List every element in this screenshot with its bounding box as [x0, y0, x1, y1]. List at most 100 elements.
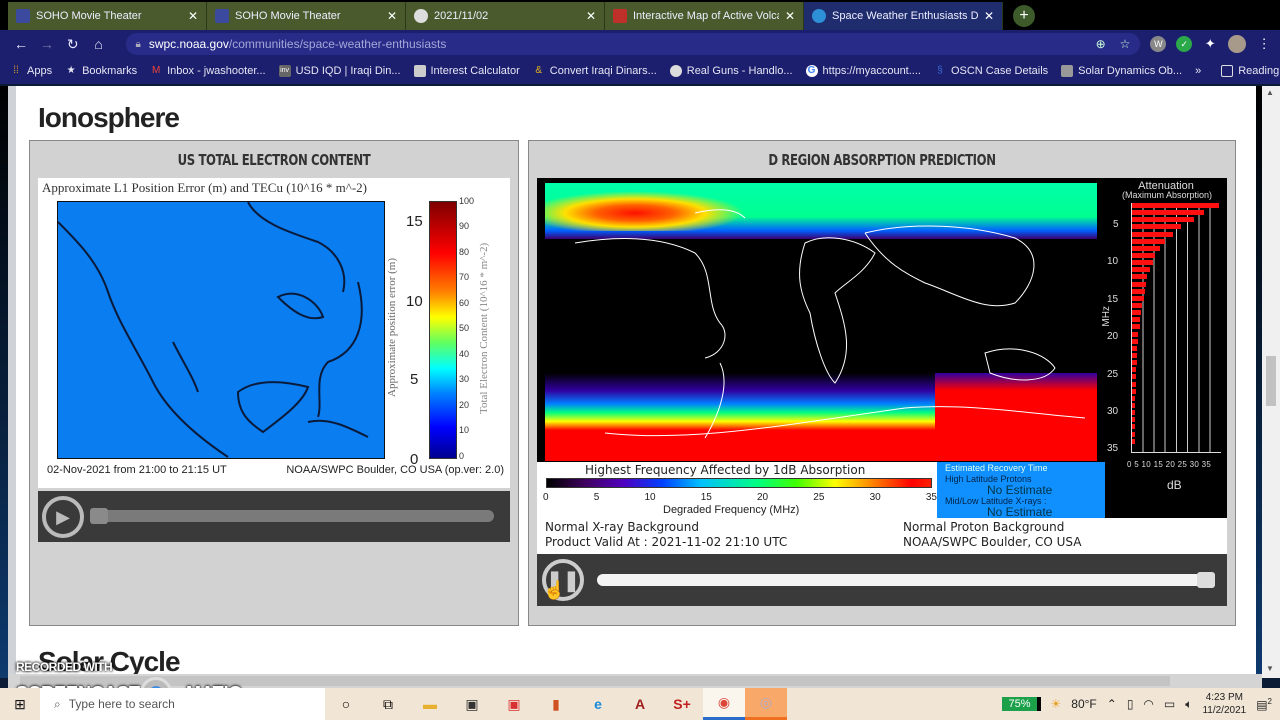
- office-icon[interactable]: ▮: [535, 688, 577, 720]
- browser-tab[interactable]: SOHO Movie Theater ✕: [207, 2, 406, 30]
- attenuation-bar: [1132, 281, 1147, 287]
- tray-chevron-icon[interactable]: ⌃: [1107, 697, 1117, 711]
- scroll-up-icon[interactable]: ▲: [1266, 88, 1274, 97]
- scrollbar-thumb[interactable]: [1266, 356, 1276, 406]
- attenuation-y-tick: 20: [1107, 331, 1119, 342]
- back-icon[interactable]: ←: [8, 36, 34, 52]
- close-tab-icon[interactable]: ✕: [586, 9, 596, 23]
- product-valid-at: Product Valid At : 2021-11-02 21:10 UTC: [545, 535, 788, 549]
- meet-now-icon[interactable]: ▯: [1127, 697, 1134, 711]
- profile-avatar[interactable]: [1228, 35, 1247, 53]
- task-view-icon[interactable]: ⧉: [367, 688, 409, 720]
- forward-icon[interactable]: →: [34, 36, 60, 52]
- bookmark-interest-calculator[interactable]: Interest Calculator: [413, 65, 520, 77]
- recovery-high-lat-value: No Estimate: [987, 483, 1053, 497]
- tec-figure: Approximate L1 Position Error (m) and TE…: [38, 178, 510, 488]
- bookmarks-bar: ⁞⁞ Apps ★ Bookmarks M Inbox - jwashooter...…: [0, 58, 1280, 84]
- bookmark-real-guns[interactable]: Real Guns - Handlo...: [669, 65, 793, 77]
- star-icon[interactable]: ☆: [1120, 37, 1131, 51]
- reader-icon[interactable]: ▣: [493, 688, 535, 720]
- close-tab-icon[interactable]: ✕: [984, 9, 994, 23]
- weather-icon: ☀: [1050, 697, 1062, 711]
- cortana-icon[interactable]: ○: [325, 688, 367, 720]
- new-tab-button[interactable]: +: [1013, 5, 1035, 27]
- extensions-puzzle-icon[interactable]: ✦: [1202, 36, 1218, 52]
- reload-icon[interactable]: ↻: [60, 36, 86, 53]
- tec-card: US TOTAL ELECTRON CONTENT Approximate L1…: [29, 140, 519, 626]
- bookmark-sdo[interactable]: Solar Dynamics Ob...: [1061, 65, 1182, 77]
- legend-tick: 25: [813, 492, 825, 503]
- bookmarks-overflow-icon[interactable]: »: [1195, 65, 1201, 77]
- close-tab-icon[interactable]: ✕: [785, 9, 795, 23]
- attenuation-bar: [1132, 431, 1135, 437]
- clock[interactable]: 4:23 PM 11/2/2021: [1202, 691, 1246, 717]
- drap-player: ❚❚ ☝: [537, 554, 1227, 606]
- attenuation-y-tick: 5: [1113, 219, 1119, 230]
- attenuation-bar: [1132, 345, 1138, 351]
- attenuation-bar: [1132, 424, 1135, 430]
- store-icon[interactable]: ▣: [451, 688, 493, 720]
- attenuation-bar: [1132, 260, 1153, 266]
- browser-tab[interactable]: Interactive Map of Active Volcan ✕: [605, 2, 804, 30]
- drap-slider-handle[interactable]: [1197, 572, 1215, 588]
- tec-slider-handle[interactable]: [90, 508, 108, 524]
- battery-icon[interactable]: ▭: [1164, 697, 1175, 711]
- sdo-icon: [1061, 65, 1074, 77]
- volume-icon[interactable]: 🔈︎: [1185, 697, 1192, 712]
- battery-indicator[interactable]: 75%: [1002, 697, 1041, 711]
- tab-strip: SOHO Movie Theater ✕ SOHO Movie Theater ✕ …: [0, 0, 1280, 30]
- bookmark-convert-dinars[interactable]: & Convert Iraqi Dinars...: [533, 65, 656, 77]
- access-icon[interactable]: A: [619, 688, 661, 720]
- windows-start-icon[interactable]: ⊞: [0, 696, 40, 713]
- scroll-down-icon[interactable]: ▼: [1266, 664, 1274, 673]
- screencast-recording-icon[interactable]: ◎: [745, 688, 787, 720]
- y-tick: 15: [406, 213, 423, 230]
- attenuation-x-label: dB: [1167, 478, 1182, 492]
- zoom-icon[interactable]: ⊕: [1096, 37, 1106, 51]
- attenuation-bar: [1132, 438, 1135, 444]
- browser-tab[interactable]: SOHO Movie Theater ✕: [8, 2, 207, 30]
- drap-source: NOAA/SWPC Boulder, CO USA: [903, 535, 1082, 549]
- edge-icon[interactable]: e: [577, 688, 619, 720]
- extension-w-icon[interactable]: W: [1150, 36, 1167, 52]
- play-button[interactable]: ▶: [42, 496, 84, 538]
- tec-progress-slider[interactable]: [90, 508, 494, 524]
- url-path: /communities/space-weather-enthusiasts: [228, 37, 447, 51]
- close-tab-icon[interactable]: ✕: [387, 9, 397, 23]
- tec-colorbar-label: Total Electron Content (10^16 * m^-2): [478, 242, 490, 414]
- legend-tick: 35: [925, 492, 937, 503]
- bookmark-bookmarks[interactable]: ★ Bookmarks: [65, 65, 138, 77]
- soho-icon: [215, 9, 229, 23]
- file-explorer-icon[interactable]: ▬: [409, 688, 451, 720]
- address-bar[interactable]: 🔒︎ swpc.noaa.gov/communities/space-weath…: [125, 33, 1141, 55]
- tec-timestamp: 02-Nov-2021 from 21:00 to 21:15 UT: [47, 464, 227, 476]
- sketchup-icon[interactable]: S+: [661, 688, 703, 720]
- attenuation-bar: [1132, 288, 1145, 294]
- attenuation-y-tick: 15: [1107, 294, 1119, 305]
- weather-temp[interactable]: 80°F: [1071, 697, 1096, 711]
- browser-tab[interactable]: 2021/11/02 ✕: [406, 2, 605, 30]
- reading-list-button[interactable]: Reading list: [1221, 65, 1280, 77]
- attenuation-x-ticks: 0 5 10 15 20 25 30 35: [1127, 460, 1212, 469]
- reading-list-icon: [1221, 65, 1234, 77]
- extension-check-icon[interactable]: ✓: [1176, 36, 1193, 52]
- chrome-icon[interactable]: ◉: [703, 688, 745, 720]
- bookmark-inbox[interactable]: M Inbox - jwashooter...: [150, 65, 266, 77]
- bookmark-usd-iqd[interactable]: inv USD IQD | Iraqi Din...: [278, 65, 401, 77]
- close-tab-icon[interactable]: ✕: [188, 9, 198, 23]
- drap-progress-slider[interactable]: [597, 572, 1215, 588]
- notifications-icon[interactable]: ▤2: [1256, 697, 1272, 712]
- bookmark-oscn[interactable]: § OSCN Case Details: [934, 65, 1048, 77]
- wifi-icon[interactable]: ◠: [1143, 697, 1153, 711]
- menu-kebab-icon[interactable]: ⋮: [1256, 36, 1272, 52]
- attenuation-bar: [1132, 381, 1136, 387]
- taskbar-search[interactable]: ⌕ Type here to search: [40, 688, 325, 720]
- colorbar-tick: 50: [459, 323, 470, 333]
- vertical-scrollbar[interactable]: ▲ ▼: [1262, 86, 1280, 678]
- browser-tab-active[interactable]: Space Weather Enthusiasts Dashl✕: [804, 2, 1003, 30]
- home-icon[interactable]: ⌂: [86, 36, 112, 52]
- legend-tick: 15: [700, 492, 712, 503]
- bookmark-apps[interactable]: ⁞⁞ Apps: [10, 65, 52, 77]
- bookmark-myaccount[interactable]: Ghttps://myaccount....: [805, 65, 921, 77]
- tec-y-axis: 15 10 5 0: [390, 201, 430, 468]
